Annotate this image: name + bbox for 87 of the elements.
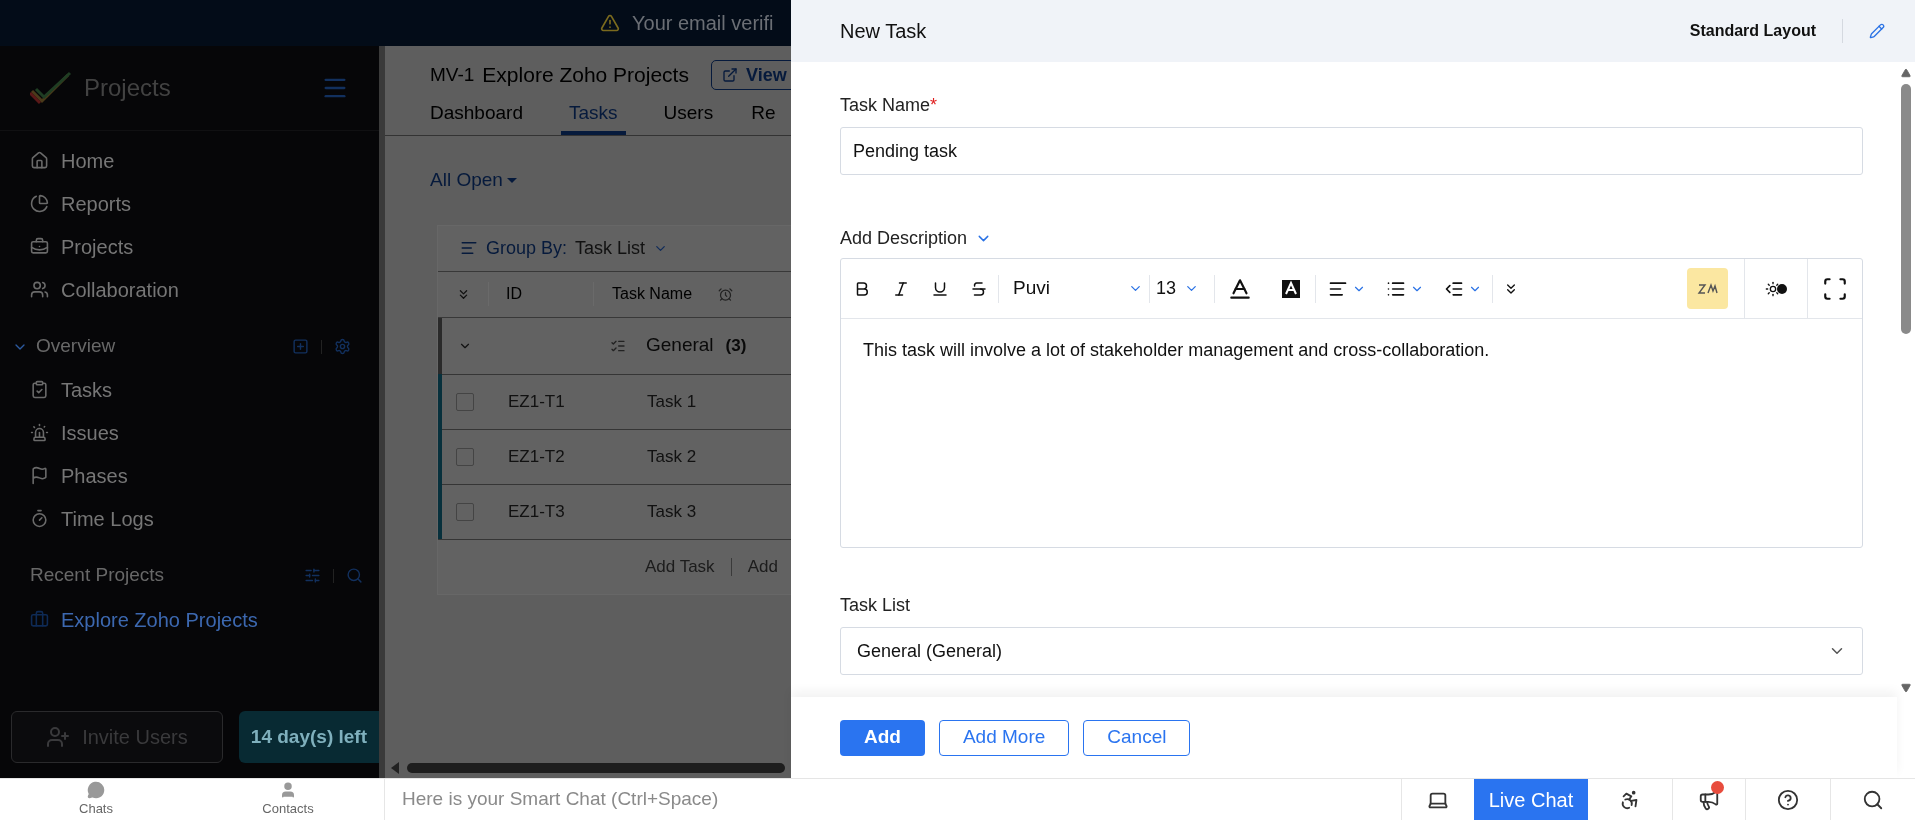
font-dropdown[interactable]: Puvi bbox=[999, 274, 1149, 303]
required-mark: * bbox=[930, 94, 938, 117]
theme-toggle-icon[interactable] bbox=[1765, 280, 1787, 297]
home-icon bbox=[30, 151, 49, 170]
outline-button[interactable]: Add More bbox=[938, 719, 1070, 756]
banner-text: Your email verifi bbox=[632, 11, 774, 36]
group-icon bbox=[460, 239, 478, 257]
people-icon bbox=[30, 280, 49, 299]
add-task-link[interactable]: Add Task bbox=[645, 553, 715, 580]
table-cell-text: EZ1-T1 bbox=[507, 390, 566, 413]
ai-assistant-icon[interactable] bbox=[1687, 268, 1728, 309]
task-link[interactable]: Task 1 bbox=[593, 388, 697, 415]
contacts-tab[interactable]: Contacts bbox=[192, 779, 384, 820]
column-header: Task Name bbox=[593, 282, 693, 306]
layout-dropdown[interactable]: Standard Layout bbox=[1689, 19, 1816, 43]
scrollbar-thumb[interactable] bbox=[1901, 84, 1911, 334]
font-size-dropdown[interactable]: 13 bbox=[1150, 275, 1214, 302]
add-link[interactable]: Add bbox=[747, 553, 778, 580]
nav-item[interactable]: Home bbox=[61, 145, 115, 176]
nav-item[interactable]: Tasks bbox=[61, 374, 113, 405]
tab[interactable]: Tasks bbox=[560, 96, 626, 135]
row-checkbox[interactable] bbox=[456, 392, 474, 411]
live-chat-button[interactable]: Live Chat bbox=[1474, 779, 1588, 820]
section-title: Recent Projects bbox=[30, 563, 165, 588]
search-icon[interactable] bbox=[1862, 788, 1884, 811]
siren-icon bbox=[30, 423, 49, 442]
field-label: Task List bbox=[840, 594, 912, 617]
description-text: This task will involve a lot of stakeholder management and cross-collaboration. bbox=[862, 339, 1491, 362]
row-checkbox[interactable] bbox=[456, 502, 474, 521]
project-name: Explore Zoho Projects bbox=[482, 62, 689, 89]
table-cell-text: EZ1-T2 bbox=[507, 445, 566, 468]
add-button[interactable]: Add bbox=[840, 719, 925, 756]
tab[interactable]: Users bbox=[663, 96, 714, 135]
nav-item[interactable]: Phases bbox=[61, 460, 128, 491]
caret-icon bbox=[506, 177, 517, 183]
help-icon[interactable] bbox=[1777, 788, 1799, 811]
project-id: MV-1 bbox=[430, 62, 475, 87]
dropdown-field[interactable]: General (General) bbox=[840, 627, 1863, 675]
row-checkbox[interactable] bbox=[456, 447, 474, 466]
task-link[interactable]: Task 2 bbox=[593, 443, 697, 470]
description-toggle[interactable]: Add Description bbox=[840, 225, 993, 252]
tab[interactable]: Dashboard bbox=[430, 96, 523, 135]
nav-item[interactable]: Collaboration bbox=[61, 274, 179, 305]
clipboard-check-icon bbox=[30, 380, 49, 399]
panel-title: New Task bbox=[840, 19, 927, 44]
nav-item[interactable]: Reports bbox=[61, 188, 132, 219]
section-title: Overview bbox=[36, 334, 116, 359]
strikethrough-icon[interactable] bbox=[970, 279, 988, 298]
flag-icon bbox=[30, 466, 49, 485]
field-label: Task Name bbox=[840, 94, 931, 117]
nav-item[interactable]: Issues bbox=[61, 417, 119, 448]
scroll-up-icon[interactable] bbox=[1900, 68, 1912, 78]
nav-item[interactable]: Time Logs bbox=[61, 503, 154, 534]
chat-icon bbox=[86, 780, 106, 799]
briefcase-icon bbox=[30, 610, 49, 629]
task-link[interactable]: Task 3 bbox=[593, 498, 697, 525]
group-count: (3) bbox=[725, 334, 747, 357]
edit-icon[interactable] bbox=[1869, 23, 1885, 39]
group-name: General bbox=[646, 333, 714, 358]
smart-chat-field[interactable]: Here is your Smart Chat (Ctrl+Space) bbox=[402, 785, 1002, 814]
underline-icon[interactable] bbox=[931, 279, 949, 298]
briefcase-icon bbox=[30, 237, 49, 256]
task-name-field[interactable]: Pending task bbox=[840, 127, 1863, 175]
scrollbar-thumb[interactable] bbox=[407, 763, 785, 773]
group-by-dropdown[interactable]: Task List bbox=[575, 234, 669, 262]
highlight-color-icon[interactable] bbox=[1281, 278, 1301, 299]
group-by-label: Group By: bbox=[486, 236, 568, 260]
warning-icon bbox=[600, 13, 620, 33]
alarm-icon bbox=[718, 286, 734, 302]
outline-button[interactable]: Cancel bbox=[1083, 719, 1191, 756]
table-cell-text: EZ1-T3 bbox=[507, 500, 566, 523]
logo-icon bbox=[30, 71, 72, 105]
column-header: ID bbox=[488, 282, 593, 306]
italic-icon[interactable] bbox=[892, 279, 910, 298]
chats-tab[interactable]: Chats bbox=[0, 779, 192, 820]
logo-text: Projects bbox=[84, 73, 171, 103]
trial-badge: 14 day(s) left bbox=[238, 711, 379, 763]
recent-project-link[interactable]: Explore Zoho Projects bbox=[61, 604, 258, 635]
fullscreen-icon[interactable] bbox=[1822, 275, 1848, 302]
filter-dropdown[interactable]: All Open bbox=[430, 166, 517, 195]
tab[interactable]: Re bbox=[751, 96, 776, 135]
nav-item[interactable]: Projects bbox=[61, 231, 134, 262]
external-link-icon bbox=[721, 67, 738, 83]
scroll-down-icon[interactable] bbox=[1900, 683, 1912, 693]
timer-icon bbox=[30, 509, 49, 528]
chart-icon bbox=[30, 194, 49, 213]
user-plus-icon bbox=[46, 725, 71, 749]
